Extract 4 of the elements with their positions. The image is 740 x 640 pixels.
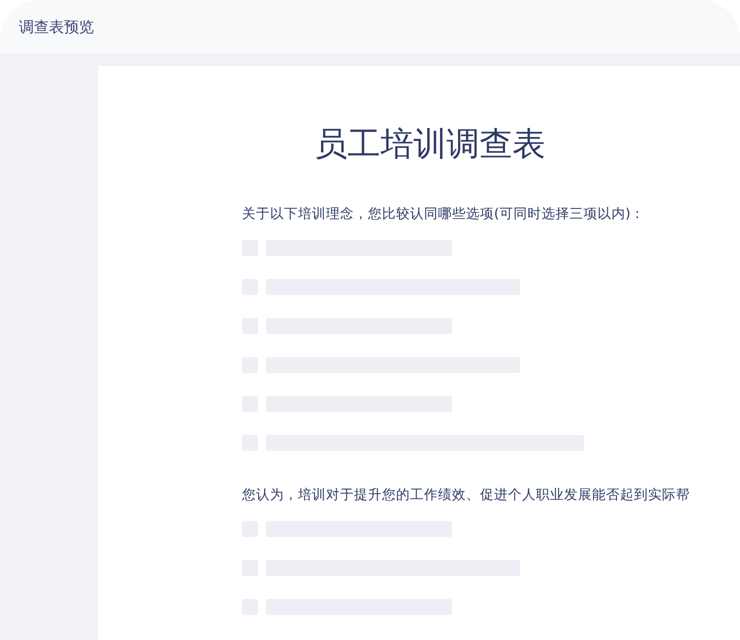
document-title: 员工培训调查表 [314,123,546,165]
question-text: 关于以下培训理念，您比较认同哪些选项(可同时选择三项以内)： [242,205,646,224]
question-text: 您认为，培训对于提升您的工作绩效、促进个人职业发展能否起到实际帮 [242,486,691,505]
window-title: 调查表预览 [19,16,94,38]
